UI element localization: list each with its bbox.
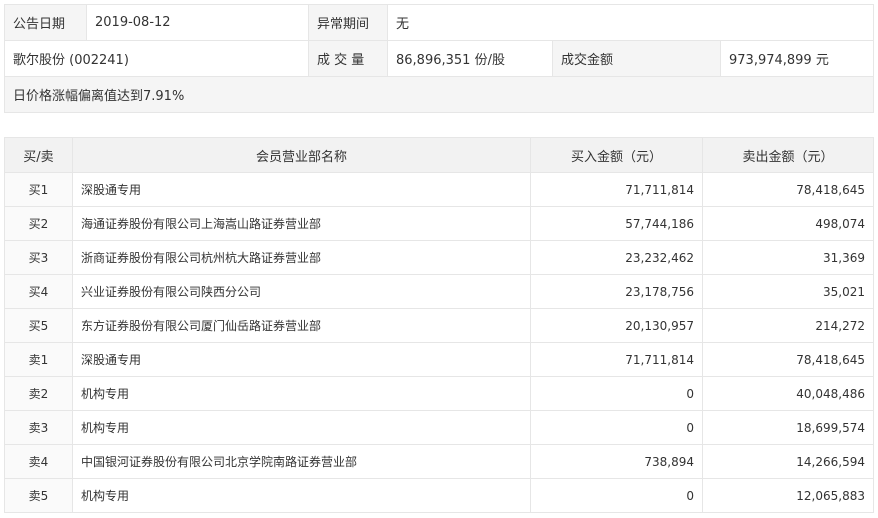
row-side: 买1 bbox=[4, 172, 73, 207]
row-side: 卖4 bbox=[4, 444, 73, 479]
row-sell-amount: 35,021 bbox=[702, 274, 874, 309]
row-buy-amount: 20,130,957 bbox=[530, 308, 703, 343]
row-sell-amount: 14,266,594 bbox=[702, 444, 874, 479]
row-side: 卖2 bbox=[4, 376, 73, 411]
table-row: 买5 东方证券股份有限公司厦门仙岳路证券营业部 20,130,957 214,2… bbox=[4, 308, 874, 343]
volume-label: 成 交 量 bbox=[308, 40, 388, 77]
row-branch-name: 东方证券股份有限公司厦门仙岳路证券营业部 bbox=[72, 308, 531, 343]
announce-date-label: 公告日期 bbox=[4, 4, 87, 41]
row-buy-amount: 23,232,462 bbox=[530, 240, 703, 275]
row-branch-name: 浙商证券股份有限公司杭州杭大路证券营业部 bbox=[72, 240, 531, 275]
row-branch-name: 中国银河证券股份有限公司北京学院南路证券营业部 bbox=[72, 444, 531, 479]
table-header-row: 买/卖 会员营业部名称 买入金额（元） 卖出金额（元） bbox=[4, 137, 874, 173]
row-sell-amount: 498,074 bbox=[702, 206, 874, 241]
row-branch-name: 深股通专用 bbox=[72, 342, 531, 377]
announce-date-value: 2019-08-12 bbox=[86, 4, 309, 41]
table-row: 买1 深股通专用 71,711,814 78,418,645 bbox=[4, 172, 874, 207]
table-row: 卖4 中国银河证券股份有限公司北京学院南路证券营业部 738,894 14,26… bbox=[4, 444, 874, 479]
row-branch-name: 机构专用 bbox=[72, 478, 531, 513]
row-branch-name: 机构专用 bbox=[72, 410, 531, 445]
row-side: 卖1 bbox=[4, 342, 73, 377]
row-branch-name: 兴业证券股份有限公司陕西分公司 bbox=[72, 274, 531, 309]
row-buy-amount: 23,178,756 bbox=[530, 274, 703, 309]
abnormal-reason: 日价格涨幅偏离值达到7.91% bbox=[3, 76, 875, 113]
summary-row-trade: 歌尔股份 (002241) 成 交 量 86,896,351 份/股 成交金额 … bbox=[4, 40, 875, 77]
row-side: 买5 bbox=[4, 308, 73, 343]
table-row: 卖1 深股通专用 71,711,814 78,418,645 bbox=[4, 342, 874, 377]
row-sell-amount: 31,369 bbox=[702, 240, 874, 275]
row-side: 卖3 bbox=[4, 410, 73, 445]
summary-row-reason: 日价格涨幅偏离值达到7.91% bbox=[3, 76, 875, 113]
trading-detail-table: 买/卖 会员营业部名称 买入金额（元） 卖出金额（元） 买1 深股通专用 71,… bbox=[4, 137, 874, 513]
summary-row-date: 公告日期 2019-08-12 异常期间 无 bbox=[4, 4, 875, 41]
row-sell-amount: 78,418,645 bbox=[702, 172, 874, 207]
column-header-sell-amount: 卖出金额（元） bbox=[702, 137, 874, 173]
row-buy-amount: 71,711,814 bbox=[530, 172, 703, 207]
page: 公告日期 2019-08-12 异常期间 无 歌尔股份 (002241) 成 交… bbox=[0, 0, 878, 518]
row-buy-amount: 0 bbox=[530, 376, 703, 411]
row-sell-amount: 214,272 bbox=[702, 308, 874, 343]
table-row: 卖5 机构专用 0 12,065,883 bbox=[4, 478, 874, 513]
row-buy-amount: 0 bbox=[530, 410, 703, 445]
row-side: 买2 bbox=[4, 206, 73, 241]
table-row: 卖2 机构专用 0 40,048,486 bbox=[4, 376, 874, 411]
amount-label: 成交金额 bbox=[552, 40, 721, 77]
row-sell-amount: 78,418,645 bbox=[702, 342, 874, 377]
row-side: 卖5 bbox=[4, 478, 73, 513]
column-header-buy-amount: 买入金额（元） bbox=[530, 137, 703, 173]
column-header-branch-name: 会员营业部名称 bbox=[72, 137, 531, 173]
row-buy-amount: 71,711,814 bbox=[530, 342, 703, 377]
amount-value: 973,974,899 元 bbox=[719, 40, 875, 77]
column-header-side: 买/卖 bbox=[4, 137, 73, 173]
row-side: 买4 bbox=[4, 274, 73, 309]
table-row: 卖3 机构专用 0 18,699,574 bbox=[4, 410, 874, 445]
abnormal-period-label: 异常期间 bbox=[308, 4, 388, 41]
abnormal-period-value: 无 bbox=[386, 4, 875, 41]
row-sell-amount: 40,048,486 bbox=[702, 376, 874, 411]
row-buy-amount: 738,894 bbox=[530, 444, 703, 479]
row-branch-name: 海通证券股份有限公司上海嵩山路证券营业部 bbox=[72, 206, 531, 241]
stock-name: 歌尔股份 (002241) bbox=[4, 40, 309, 77]
row-buy-amount: 57,744,186 bbox=[530, 206, 703, 241]
row-branch-name: 深股通专用 bbox=[72, 172, 531, 207]
row-branch-name: 机构专用 bbox=[72, 376, 531, 411]
row-side: 买3 bbox=[4, 240, 73, 275]
table-row: 买3 浙商证券股份有限公司杭州杭大路证券营业部 23,232,462 31,36… bbox=[4, 240, 874, 275]
volume-value: 86,896,351 份/股 bbox=[387, 40, 553, 77]
row-sell-amount: 18,699,574 bbox=[702, 410, 874, 445]
table-row: 买2 海通证券股份有限公司上海嵩山路证券营业部 57,744,186 498,0… bbox=[4, 206, 874, 241]
row-buy-amount: 0 bbox=[530, 478, 703, 513]
table-row: 买4 兴业证券股份有限公司陕西分公司 23,178,756 35,021 bbox=[4, 274, 874, 309]
summary-table: 公告日期 2019-08-12 异常期间 无 歌尔股份 (002241) 成 交… bbox=[3, 4, 875, 113]
row-sell-amount: 12,065,883 bbox=[702, 478, 874, 513]
